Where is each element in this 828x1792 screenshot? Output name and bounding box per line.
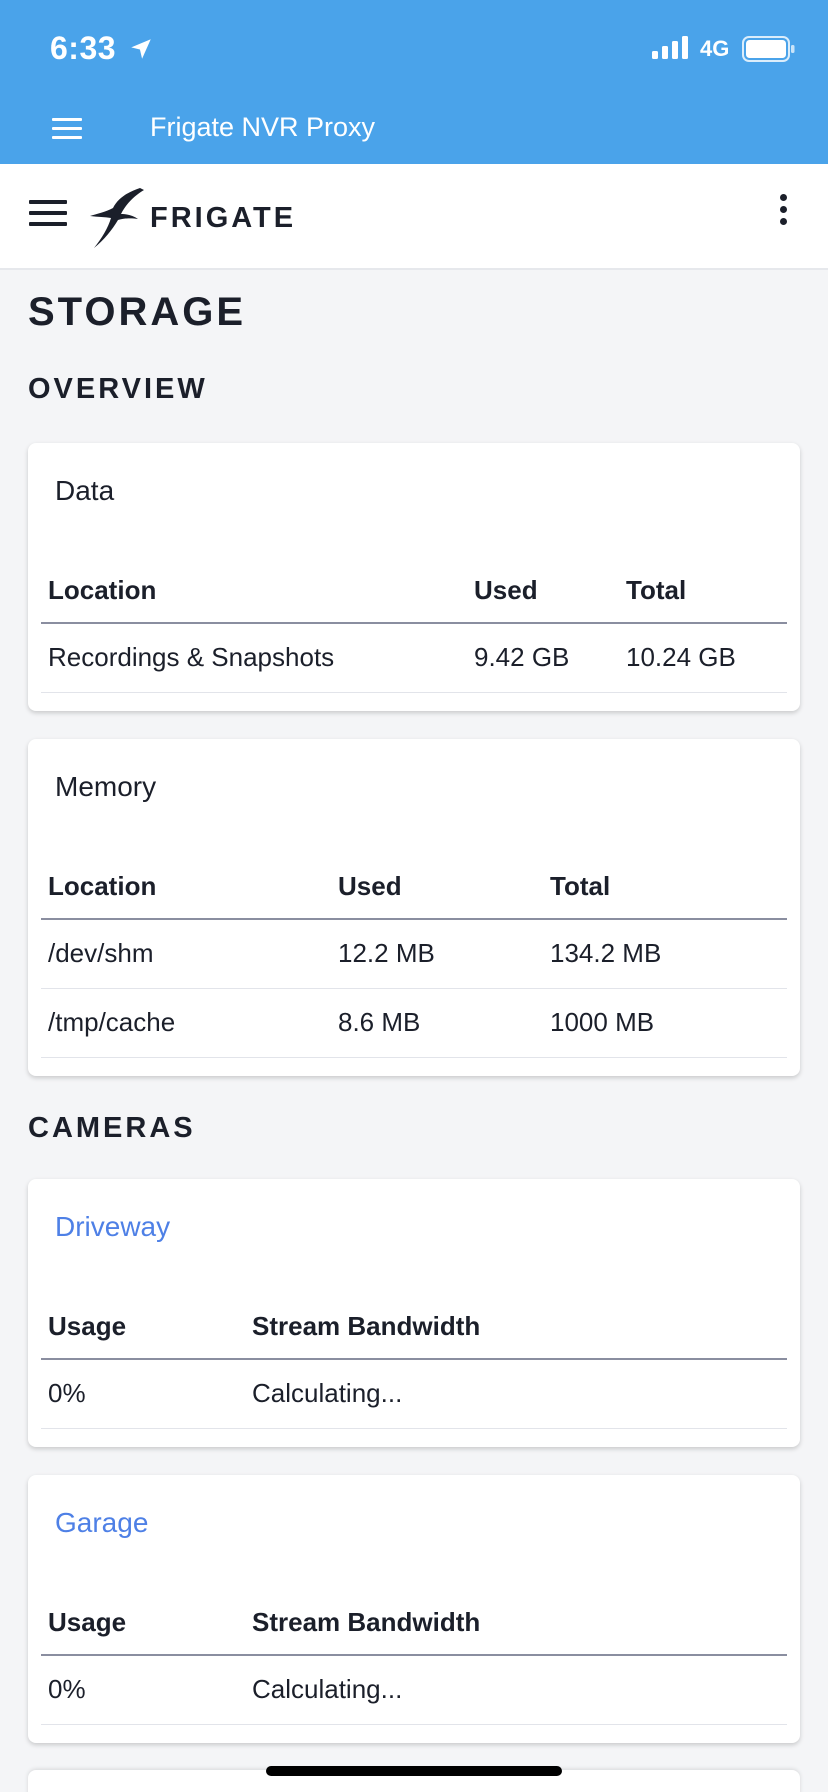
table-row: Recordings & Snapshots 9.42 GB 10.24 GB: [41, 623, 787, 693]
camera-card-garage: Garage Usage Stream Bandwidth 0% Calcula…: [28, 1475, 800, 1743]
cameras-heading: CAMERAS: [28, 1112, 196, 1144]
memory-table: Location Used Total /dev/shm 12.2 MB 134…: [41, 855, 787, 1058]
cell-total: 10.24 GB: [619, 623, 787, 693]
network-label: 4G: [700, 36, 730, 61]
data-card: Data Location Used Total Recordings & Sn…: [28, 443, 800, 711]
cell-bandwidth: Calculating...: [245, 1655, 787, 1725]
memory-card: Memory Location Used Total /dev/shm 12.2…: [28, 739, 800, 1076]
col-location: Location: [41, 559, 467, 624]
table-row: /tmp/cache 8.6 MB 1000 MB: [41, 988, 787, 1058]
cell-location: /dev/shm: [41, 919, 331, 989]
cell-location: /tmp/cache: [41, 988, 331, 1058]
memory-card-title: Memory: [55, 771, 157, 802]
signal-icon: [652, 36, 688, 59]
col-used: Used: [467, 559, 619, 624]
col-location: Location: [41, 855, 331, 920]
col-used: Used: [331, 855, 543, 920]
data-table: Location Used Total Recordings & Snapsho…: [41, 559, 787, 693]
battery-icon: [742, 36, 795, 62]
col-stream-bandwidth: Stream Bandwidth: [245, 1295, 787, 1360]
camera-card-driveway: Driveway Usage Stream Bandwidth 0% Calcu…: [28, 1179, 800, 1447]
more-options-icon[interactable]: [776, 194, 790, 234]
app-bar: FRIGATE: [0, 164, 828, 270]
camera-link-driveway[interactable]: Driveway: [55, 1211, 170, 1243]
location-arrow-icon: [131, 39, 151, 59]
cell-used: 9.42 GB: [467, 623, 619, 693]
page-title: STORAGE: [28, 290, 247, 334]
cell-total: 134.2 MB: [543, 919, 787, 989]
col-usage: Usage: [41, 1591, 245, 1656]
cell-used: 8.6 MB: [331, 988, 543, 1058]
cell-used: 12.2 MB: [331, 919, 543, 989]
ha-menu-button[interactable]: [52, 118, 82, 142]
camera-table: Usage Stream Bandwidth 0% Calculating...: [41, 1591, 787, 1725]
overview-heading: OVERVIEW: [28, 373, 208, 405]
camera-table: Usage Stream Bandwidth 0% Calculating...: [41, 1295, 787, 1429]
ha-title: Frigate NVR Proxy: [150, 112, 376, 142]
table-row: /dev/shm 12.2 MB 134.2 MB: [41, 919, 787, 989]
status-bar: 6:33 4G: [0, 0, 828, 100]
home-indicator[interactable]: [266, 1766, 562, 1776]
data-card-title: Data: [55, 475, 115, 506]
cell-total: 1000 MB: [543, 988, 787, 1058]
ha-header: 6:33 4G Frigate NVR Proxy: [0, 0, 828, 164]
col-total: Total: [543, 855, 787, 920]
brand-name: FRIGATE: [150, 202, 297, 234]
col-total: Total: [619, 559, 787, 624]
cell-usage: 0%: [41, 1655, 245, 1725]
menu-icon[interactable]: [29, 200, 67, 228]
table-row: 0% Calculating...: [41, 1655, 787, 1725]
cell-usage: 0%: [41, 1359, 245, 1429]
cell-bandwidth: Calculating...: [245, 1359, 787, 1429]
frigate-logo: [90, 188, 144, 248]
status-time: 6:33: [50, 30, 117, 66]
col-stream-bandwidth: Stream Bandwidth: [245, 1591, 787, 1656]
col-usage: Usage: [41, 1295, 245, 1360]
table-row: 0% Calculating...: [41, 1359, 787, 1429]
cell-location: Recordings & Snapshots: [41, 623, 467, 693]
camera-link-garage[interactable]: Garage: [55, 1507, 148, 1539]
